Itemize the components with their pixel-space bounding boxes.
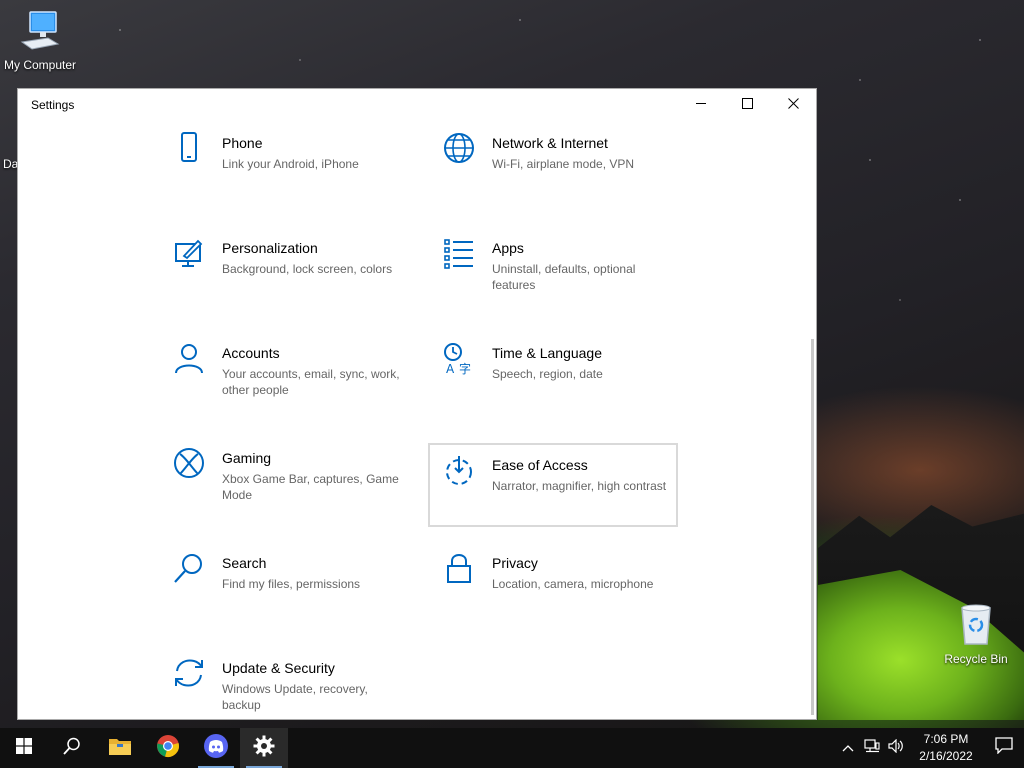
tile-description: Location, camera, microphone <box>492 577 654 591</box>
tile-description: Speech, region, date <box>492 367 603 381</box>
settings-tile-update-security[interactable]: Update & Security Windows Update, recove… <box>158 646 408 719</box>
tile-name: Search <box>222 555 267 571</box>
sync-arrows-icon <box>172 656 206 690</box>
start-button[interactable] <box>0 728 48 768</box>
personalization-icon <box>172 236 206 270</box>
settings-tile-phone[interactable]: Phone Link your Android, iPhone <box>158 121 408 205</box>
search-icon <box>63 737 81 760</box>
window-titlebar[interactable]: Settings <box>18 89 816 121</box>
tile-name: Network & Internet <box>492 135 608 151</box>
windows-start-icon <box>16 737 32 759</box>
search-icon <box>172 551 206 585</box>
tile-description: Link your Android, iPhone <box>222 157 359 171</box>
tile-description: Your accounts, email, sync, work, other … <box>222 367 400 397</box>
maximize-button[interactable] <box>724 89 770 121</box>
taskbar: 7:06 PM 2/16/2022 <box>0 728 1024 768</box>
globe-icon <box>442 131 476 165</box>
taskbar-discord[interactable] <box>192 728 240 768</box>
ease-of-access-icon <box>442 453 476 487</box>
tile-name: Update & Security <box>222 660 335 676</box>
chevron-up-icon <box>842 739 854 757</box>
network-icon <box>864 738 880 758</box>
recycle-bin-icon <box>956 604 996 649</box>
time-language-icon: A字 <box>442 341 476 376</box>
tile-name: Apps <box>492 240 524 256</box>
network-tray-button[interactable] <box>860 728 884 768</box>
vertical-scrollbar[interactable] <box>811 339 814 715</box>
tile-description: Wi-Fi, airplane mode, VPN <box>492 157 635 171</box>
volume-icon <box>888 738 904 758</box>
settings-tile-personalization[interactable]: Personalization Background, lock screen,… <box>158 226 408 310</box>
desktop-icon-recycle-bin[interactable]: Recycle Bin <box>940 600 1012 666</box>
clock-time: 7:06 PM <box>923 732 969 746</box>
settings-tile-ease-of-access[interactable]: Ease of Access Narrator, magnifier, high… <box>428 443 678 527</box>
action-center-icon <box>995 737 1013 759</box>
settings-home-grid: Phone Link your Android, iPhone Network … <box>18 121 816 719</box>
window-title: Settings <box>31 98 75 112</box>
close-button[interactable] <box>770 89 816 121</box>
settings-tile-accounts[interactable]: Accounts Your accounts, email, sync, wor… <box>158 331 408 415</box>
svg-text:A: A <box>446 362 455 375</box>
taskbar-file-explorer[interactable] <box>96 728 144 768</box>
settings-tile-network[interactable]: Network & Internet Wi-Fi, airplane mode,… <box>428 121 678 205</box>
tile-description: Find my files, permissions <box>222 577 361 591</box>
settings-tile-search[interactable]: Search Find my files, permissions <box>158 541 408 625</box>
person-icon <box>172 341 206 375</box>
clock-date: 2/16/2022 <box>919 749 973 763</box>
settings-tile-time-language[interactable]: A字 Time & Language Speech, region, date <box>428 331 678 415</box>
maximize-icon <box>741 96 753 114</box>
chrome-icon <box>156 734 180 763</box>
close-icon <box>787 96 799 114</box>
system-tray: 7:06 PM 2/16/2022 <box>836 728 1024 768</box>
desktop-icon-label: My Computer <box>3 58 77 72</box>
tile-description: Narrator, magnifier, high contrast <box>492 479 667 493</box>
tile-name: Personalization <box>222 240 318 256</box>
file-explorer-icon <box>108 736 132 761</box>
tile-name: Time & Language <box>492 345 602 361</box>
lock-icon <box>442 551 476 585</box>
tile-description: Xbox Game Bar, captures, Game Mode <box>222 472 399 502</box>
show-hidden-icons-button[interactable] <box>836 728 860 768</box>
desktop-icon-my-computer[interactable]: My Computer <box>0 8 80 72</box>
apps-list-icon <box>442 236 476 270</box>
taskbar-clock[interactable]: 7:06 PM 2/16/2022 <box>912 731 980 765</box>
tile-name: Accounts <box>222 345 280 361</box>
minimize-icon <box>695 96 707 114</box>
tile-description: Background, lock screen, colors <box>222 262 393 276</box>
minimize-button[interactable] <box>678 89 724 121</box>
computer-icon <box>18 11 62 55</box>
tile-name: Ease of Access <box>492 457 588 473</box>
tile-name: Gaming <box>222 450 272 466</box>
taskbar-chrome[interactable] <box>144 728 192 768</box>
settings-window: Settings Phone Link your Android, iPhone… <box>17 88 817 720</box>
taskbar-settings[interactable] <box>240 728 288 768</box>
tile-description: Windows Update, recovery, backup <box>222 682 368 712</box>
settings-tile-apps[interactable]: Apps Uninstall, defaults, optional featu… <box>428 226 678 310</box>
settings-tile-gaming[interactable]: Gaming Xbox Game Bar, captures, Game Mod… <box>158 436 408 520</box>
action-center-button[interactable] <box>984 728 1024 768</box>
discord-icon <box>203 733 229 764</box>
phone-icon <box>172 131 206 165</box>
desktop-icon-label: Recycle Bin <box>944 652 1008 666</box>
settings-tile-privacy[interactable]: Privacy Location, camera, microphone <box>428 541 678 625</box>
volume-tray-button[interactable] <box>884 728 908 768</box>
xbox-icon <box>172 446 206 480</box>
taskbar-search-button[interactable] <box>48 728 96 768</box>
tile-name: Phone <box>222 135 263 151</box>
tile-name: Privacy <box>492 555 538 571</box>
svg-text:字: 字 <box>459 361 471 375</box>
settings-gear-icon <box>253 735 275 762</box>
tile-description: Uninstall, defaults, optional features <box>492 262 636 292</box>
